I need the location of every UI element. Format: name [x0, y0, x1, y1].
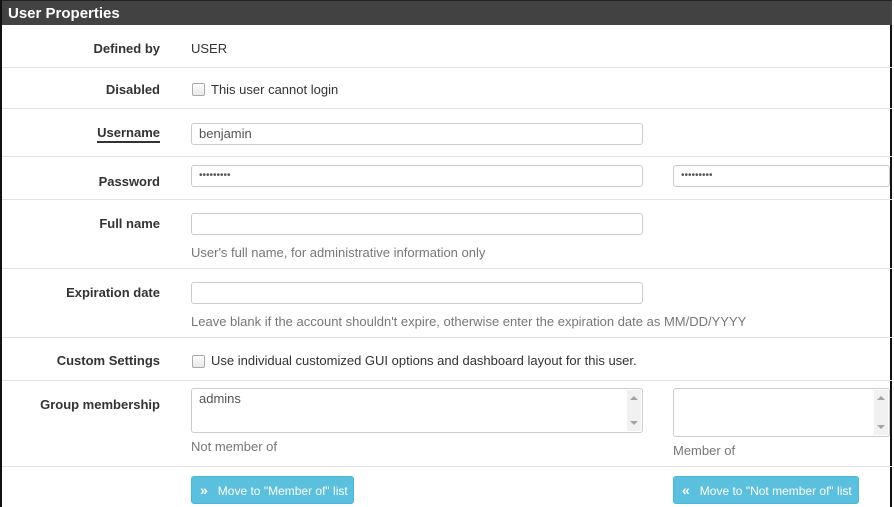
disabled-label: Disabled [105, 82, 160, 97]
password-label: Password [98, 174, 160, 189]
member-of-scrollbar[interactable] [874, 390, 888, 435]
member-of-select[interactable] [673, 388, 890, 437]
password-confirm-input[interactable]: ••••••••• [673, 165, 890, 187]
scroll-up-icon[interactable] [630, 396, 638, 400]
move-to-member-of-button[interactable]: » Move to "Member of" list [191, 476, 354, 504]
row-custom-settings: Custom Settings Use individual customize… [2, 337, 892, 381]
defined-by-value: USER [191, 41, 228, 56]
username-label: Username [97, 125, 160, 143]
defined-by-label: Defined by [93, 41, 160, 56]
expiration-date-label: Expiration date [66, 285, 160, 300]
full-name-input[interactable] [191, 213, 643, 235]
double-chevron-left-icon: « [682, 482, 690, 498]
move-to-member-of-label: Move to "Member of" list [217, 484, 348, 498]
not-member-of-option[interactable]: admins [199, 391, 241, 406]
full-name-help: User's full name, for administrative inf… [191, 245, 486, 260]
row-password: Password ••••••••• ••••••••• [2, 156, 892, 200]
scroll-down-icon[interactable] [630, 421, 638, 425]
scroll-up-icon[interactable] [877, 396, 885, 400]
custom-settings-checkbox-label[interactable]: Use individual customized GUI options an… [211, 353, 637, 368]
row-full-name: Full name User's full name, for administ… [2, 199, 892, 269]
member-of-caption: Member of [673, 443, 736, 458]
not-member-of-caption: Not member of [191, 439, 277, 454]
panel-title: User Properties [2, 0, 892, 25]
move-to-not-member-of-label: Move to "Not member of" list [699, 484, 852, 498]
disabled-checkbox[interactable] [192, 83, 205, 96]
custom-settings-label: Custom Settings [56, 353, 160, 368]
user-properties-panel: User Properties Defined by USER Disabled… [0, 0, 892, 507]
move-to-not-member-of-button[interactable]: « Move to "Not member of" list [673, 476, 859, 504]
not-member-of-scrollbar[interactable] [627, 390, 641, 431]
custom-settings-checkbox[interactable] [192, 355, 205, 368]
group-membership-label: Group membership [40, 397, 160, 412]
row-expiration-date: Expiration date Leave blank if the accou… [2, 268, 892, 338]
expiration-date-help: Leave blank if the account shouldn't exp… [191, 314, 747, 329]
row-defined-by: Defined by USER [2, 26, 892, 68]
row-disabled: Disabled This user cannot login [2, 67, 892, 109]
not-member-of-select[interactable]: admins [191, 388, 643, 433]
double-chevron-right-icon: » [200, 482, 208, 498]
disabled-checkbox-label[interactable]: This user cannot login [211, 82, 338, 97]
expiration-date-input[interactable] [191, 282, 643, 304]
row-username: Username benjamin [2, 108, 892, 157]
password-input[interactable]: ••••••••• [191, 165, 643, 187]
scroll-down-icon[interactable] [877, 425, 885, 429]
row-group-membership: Group membership admins Not member of Me… [2, 380, 892, 467]
full-name-label: Full name [99, 216, 160, 231]
username-input[interactable]: benjamin [191, 123, 643, 145]
